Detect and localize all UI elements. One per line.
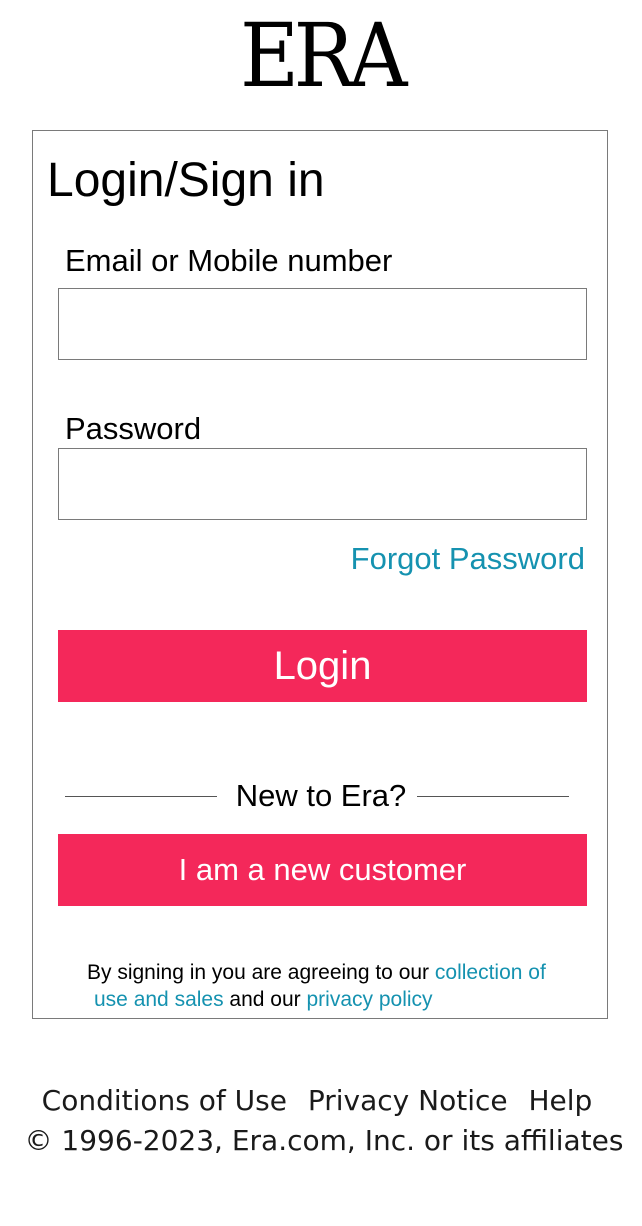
terms-prefix: By signing in you are agreeing to our: [87, 961, 435, 984]
card-title: Login/Sign in: [47, 154, 325, 207]
password-label: Password: [65, 411, 202, 446]
divider-line-right: [417, 796, 569, 797]
collection-of-use-link[interactable]: collection of: [435, 961, 546, 984]
login-card: Login/Sign in Email or Mobile number Pas…: [32, 130, 608, 1019]
terms-middle: and our: [223, 988, 307, 1011]
terms-notice: By signing in you are agreeing to our co…: [87, 959, 587, 1013]
use-and-sales-link[interactable]: use and sales: [94, 988, 224, 1011]
privacy-notice-link[interactable]: Privacy Notice: [308, 1084, 508, 1117]
email-label: Email or Mobile number: [65, 243, 393, 278]
brand-logo: ERA: [240, 4, 407, 107]
footer-links: Conditions of Use Privacy Notice Help: [0, 1082, 634, 1120]
new-customer-button[interactable]: I am a new customer: [58, 834, 587, 906]
copyright-text: © 1996-2023, Era.com, Inc. or its affili…: [24, 1124, 624, 1157]
login-button[interactable]: Login: [58, 630, 587, 702]
help-link[interactable]: Help: [529, 1084, 593, 1117]
forgot-password-link[interactable]: Forgot Password: [351, 539, 585, 579]
privacy-policy-link[interactable]: privacy policy: [307, 988, 433, 1011]
password-field[interactable]: [58, 448, 587, 520]
conditions-of-use-link[interactable]: Conditions of Use: [42, 1084, 287, 1117]
email-field[interactable]: [58, 288, 587, 360]
